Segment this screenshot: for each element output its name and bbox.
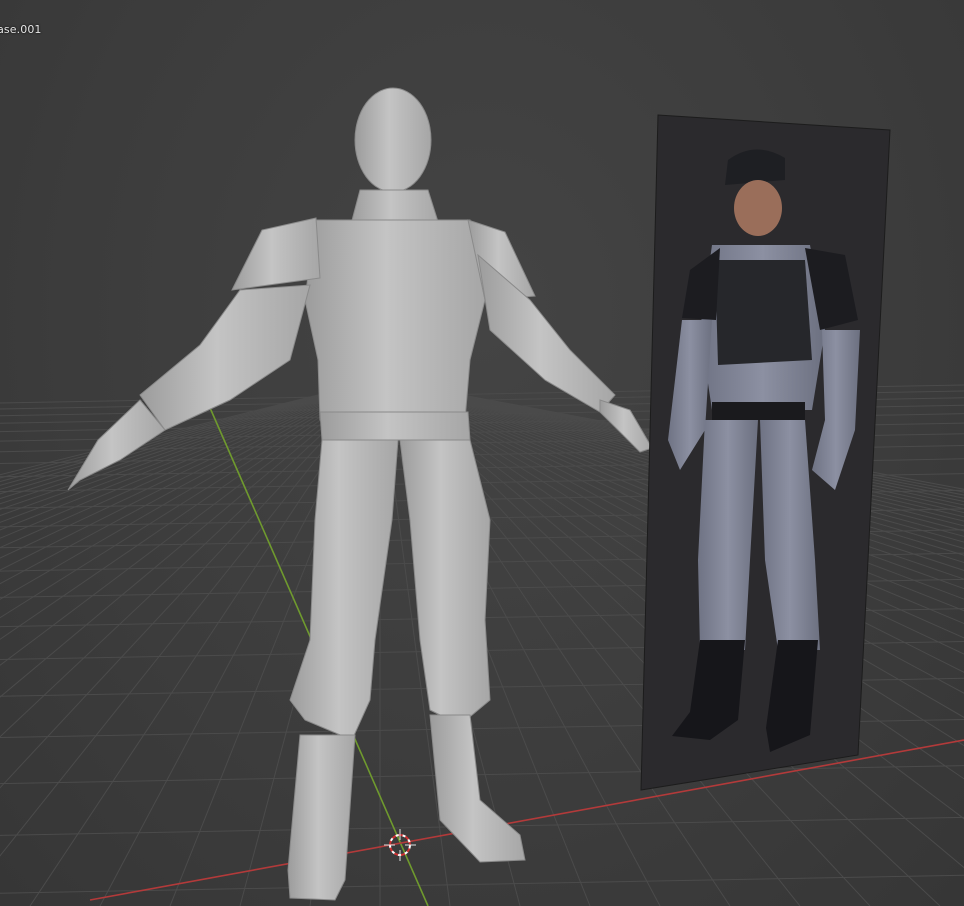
mesh-belt[interactable] <box>319 411 471 441</box>
mesh-left-boot[interactable] <box>287 734 356 901</box>
mesh-left-shoulder-pad[interactable] <box>231 217 321 291</box>
ref-belt <box>712 402 805 420</box>
sculpt-base-mesh[interactable] <box>67 87 653 901</box>
ref-vest <box>715 260 812 365</box>
mesh-head[interactable] <box>354 87 432 193</box>
ref-head <box>734 180 782 236</box>
mesh-right-hand[interactable] <box>599 399 653 453</box>
3d-viewport[interactable]: base.001 <box>0 0 964 906</box>
3d-cursor-icon[interactable] <box>384 829 416 861</box>
mesh-right-leg[interactable] <box>399 439 491 726</box>
mesh-vest[interactable] <box>304 219 486 421</box>
mesh-left-arm[interactable] <box>139 284 311 431</box>
mesh-right-arm[interactable] <box>477 253 616 413</box>
mesh-right-boot[interactable] <box>429 714 526 863</box>
reference-image-plane[interactable] <box>640 114 891 791</box>
mesh-left-hand[interactable] <box>67 399 166 491</box>
mesh-left-leg[interactable] <box>289 439 399 741</box>
